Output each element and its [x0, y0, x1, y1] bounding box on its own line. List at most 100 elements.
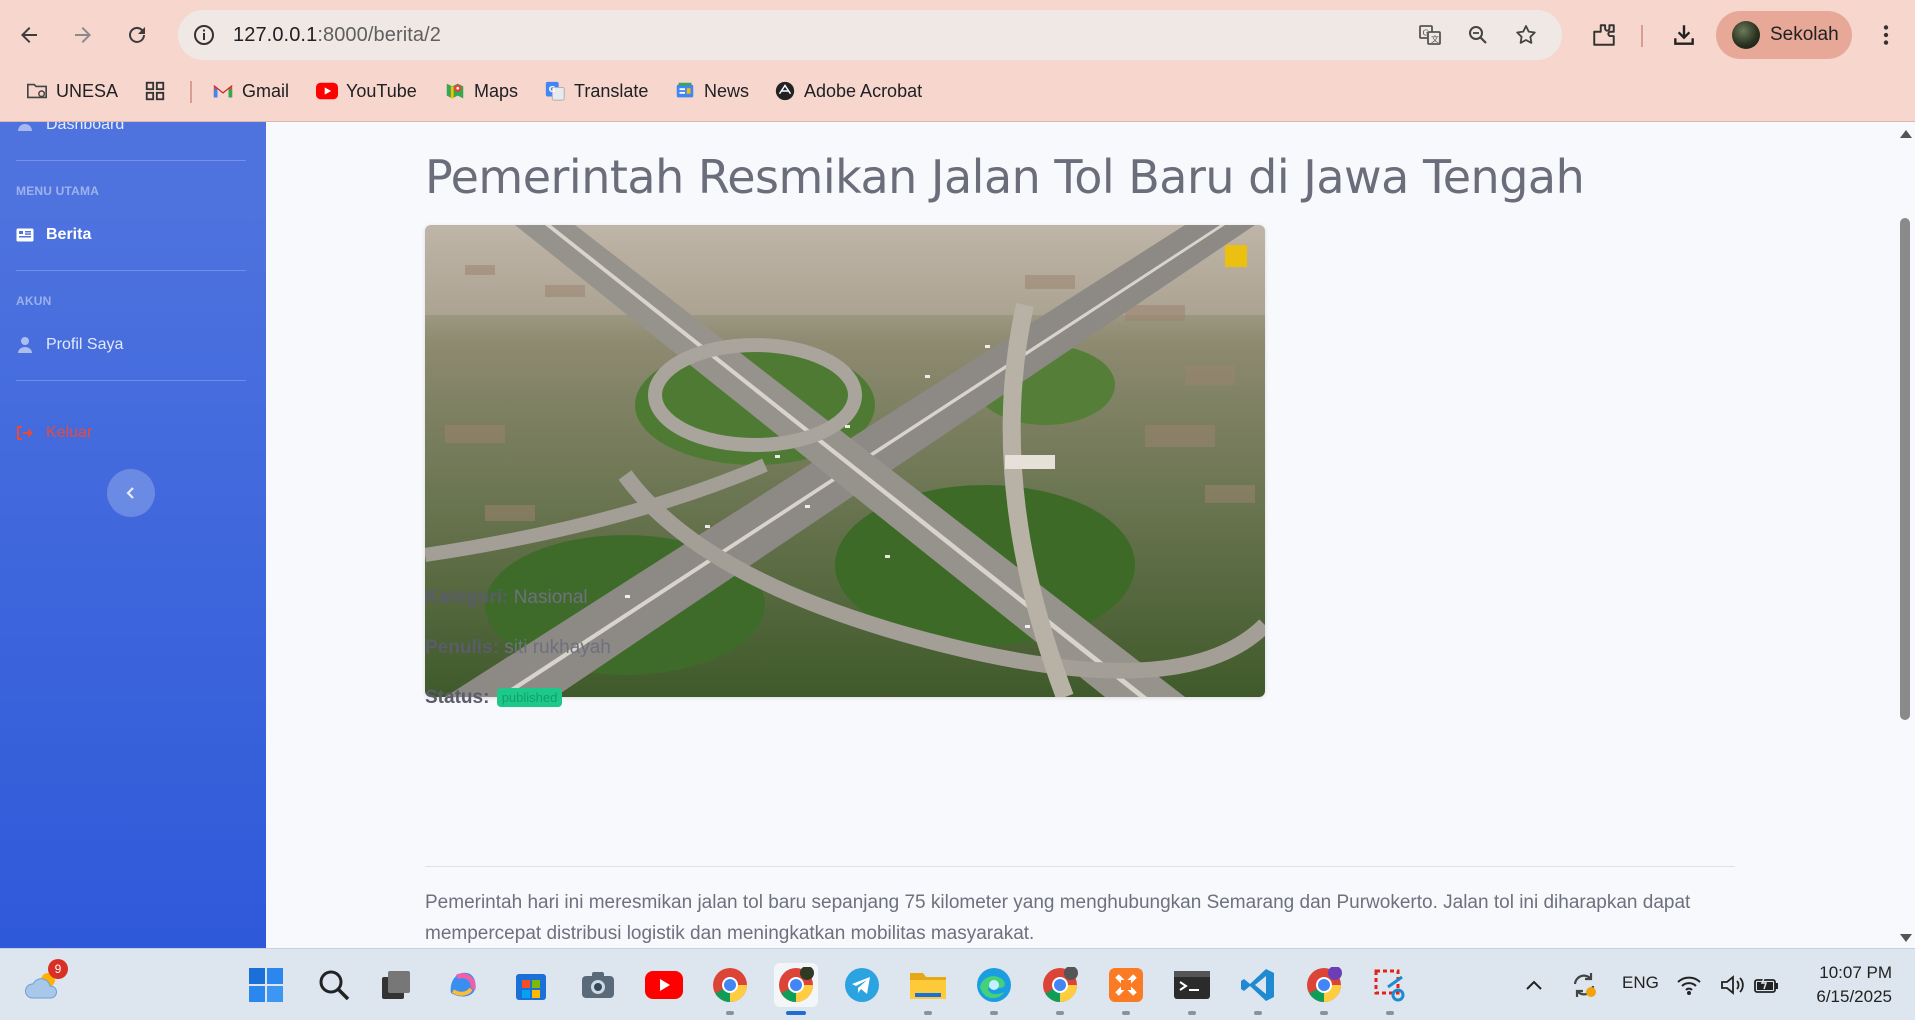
sign-out-icon: [16, 424, 34, 442]
bookmark-maps[interactable]: Maps: [444, 76, 518, 106]
edge-icon: [977, 968, 1011, 1002]
snipping-tool-button[interactable]: [1368, 963, 1412, 1015]
snipping-tool-icon: [1374, 969, 1405, 1002]
address-bar[interactable]: 127.0.0.1:8000/berita/2 G文: [178, 10, 1562, 60]
edge-button[interactable]: [972, 963, 1016, 1015]
maps-icon: [444, 80, 466, 102]
sidebar-item-logout[interactable]: Keluar: [16, 424, 92, 442]
youtube-app-button[interactable]: [642, 963, 686, 1007]
bookmark-apps[interactable]: [144, 76, 166, 106]
weather-widget[interactable]: 9: [22, 959, 68, 1007]
download-icon[interactable]: [1668, 19, 1700, 51]
menu-kebab-icon[interactable]: [1870, 19, 1902, 51]
profile-name: Sekolah: [1770, 24, 1839, 45]
gmail-icon: [212, 80, 234, 102]
store-button[interactable]: [509, 963, 553, 1007]
running-indicator: [726, 1011, 734, 1015]
highway-interchange-image: [425, 225, 1265, 697]
forward-button[interactable]: [64, 16, 102, 54]
search-icon: [319, 970, 350, 1001]
scroll-thumb[interactable]: [1900, 218, 1910, 720]
chrome-icon: [779, 967, 814, 1002]
bookmark-label: News: [704, 80, 750, 101]
sync-tray-button[interactable]: [1562, 963, 1606, 1007]
clock[interactable]: 10:07 PM 6/15/2025: [1800, 961, 1892, 1009]
bookmark-youtube[interactable]: YouTube: [316, 76, 417, 106]
article-author: Penulis: siti rukhayah: [425, 637, 611, 659]
terminal-button[interactable]: [1170, 963, 1214, 1015]
running-indicator: [1320, 1011, 1328, 1015]
svg-text:文: 文: [1431, 34, 1439, 44]
main-content: Pemerintah Resmikan Jalan Tol Baru di Ja…: [266, 122, 1896, 948]
apps-grid-icon: [144, 80, 166, 102]
extensions-icon[interactable]: [1588, 19, 1620, 51]
bookmark-star-icon[interactable]: [1512, 21, 1540, 49]
running-indicator: [1386, 1011, 1394, 1015]
profile-button[interactable]: Sekolah: [1716, 11, 1852, 59]
reload-button[interactable]: [118, 16, 156, 54]
chrome-third-button[interactable]: [1302, 963, 1346, 1015]
task-view-button[interactable]: [374, 963, 418, 1007]
bookmark-news[interactable]: News: [674, 76, 749, 106]
language-indicator[interactable]: ENG: [1622, 973, 1659, 993]
telegram-button[interactable]: [840, 963, 884, 1007]
battery-tray-button[interactable]: [1750, 963, 1784, 1007]
back-button[interactable]: [10, 16, 48, 54]
zoom-icon[interactable]: [1464, 21, 1492, 49]
wifi-tray-button[interactable]: [1672, 963, 1706, 1007]
copilot-button[interactable]: [441, 963, 485, 1007]
arrow-right-icon: [75, 27, 91, 43]
article-category: Kategori: Nasional: [425, 587, 588, 609]
translate-page-icon[interactable]: G文: [1416, 21, 1444, 49]
status-badge: published: [496, 688, 563, 708]
chrome-icon: [1043, 967, 1078, 1002]
url-text[interactable]: 127.0.0.1:8000/berita/2: [233, 24, 441, 47]
arrow-left-icon: [21, 27, 37, 43]
camera-button[interactable]: [576, 963, 620, 1007]
bookmark-label: YouTube: [346, 80, 417, 101]
chrome-icon: [713, 968, 747, 1002]
svg-text:G: G: [549, 84, 556, 94]
chrome-icon: [1307, 967, 1342, 1002]
bookmark-label: Gmail: [242, 80, 290, 101]
sidebar-toggle-button[interactable]: [107, 469, 155, 517]
bookmark-gmail[interactable]: Gmail: [212, 76, 289, 106]
sidebar-item-profile[interactable]: Profil Saya: [16, 336, 123, 354]
folder-icon: [910, 973, 946, 999]
wifi-icon: [1677, 976, 1701, 995]
volume-tray-button[interactable]: [1716, 963, 1750, 1007]
chrome-profile-button[interactable]: [774, 963, 818, 1015]
sidebar-item-berita[interactable]: Berita: [16, 226, 91, 244]
site-info-icon[interactable]: [188, 19, 220, 51]
bookmark-translate[interactable]: G Translate: [544, 76, 648, 106]
url-path: :8000/berita/2: [317, 24, 442, 46]
xampp-icon: [1109, 968, 1143, 1002]
show-hidden-icons-button[interactable]: [1512, 963, 1556, 1007]
terminal-icon: [1174, 971, 1210, 999]
chrome-button[interactable]: [708, 963, 752, 1015]
running-indicator: [990, 1011, 998, 1015]
xampp-button[interactable]: [1104, 963, 1148, 1015]
scroll-down-arrow[interactable]: [1900, 934, 1912, 942]
store-icon: [516, 974, 546, 1000]
bookmark-acrobat[interactable]: Adobe Acrobat: [774, 76, 922, 106]
newspaper-icon: [16, 226, 34, 244]
article-status: Status: published: [425, 687, 563, 709]
scroll-up-arrow[interactable]: [1900, 130, 1912, 138]
browser-chrome: 127.0.0.1:8000/berita/2 G文 Sekolah UNESA…: [0, 0, 1915, 122]
bookmark-separator: [190, 81, 192, 103]
acrobat-icon: [774, 80, 796, 102]
author-value: siti rukhayah: [504, 637, 611, 658]
bookmark-unesa[interactable]: UNESA: [26, 76, 118, 106]
vscode-button[interactable]: [1236, 963, 1280, 1015]
start-button[interactable]: [244, 963, 288, 1007]
page-scrollbar[interactable]: [1896, 122, 1915, 948]
sidebar-item-label: Berita: [46, 226, 92, 243]
chrome-second-button[interactable]: [1038, 963, 1082, 1015]
sidebar-item-dashboard[interactable]: Dashboard: [16, 122, 124, 134]
file-explorer-button[interactable]: [906, 963, 950, 1015]
bookmark-label: UNESA: [56, 80, 119, 101]
search-taskbar-button[interactable]: [312, 963, 356, 1007]
status-label: Status:: [425, 687, 490, 708]
task-view-icon: [382, 971, 410, 999]
